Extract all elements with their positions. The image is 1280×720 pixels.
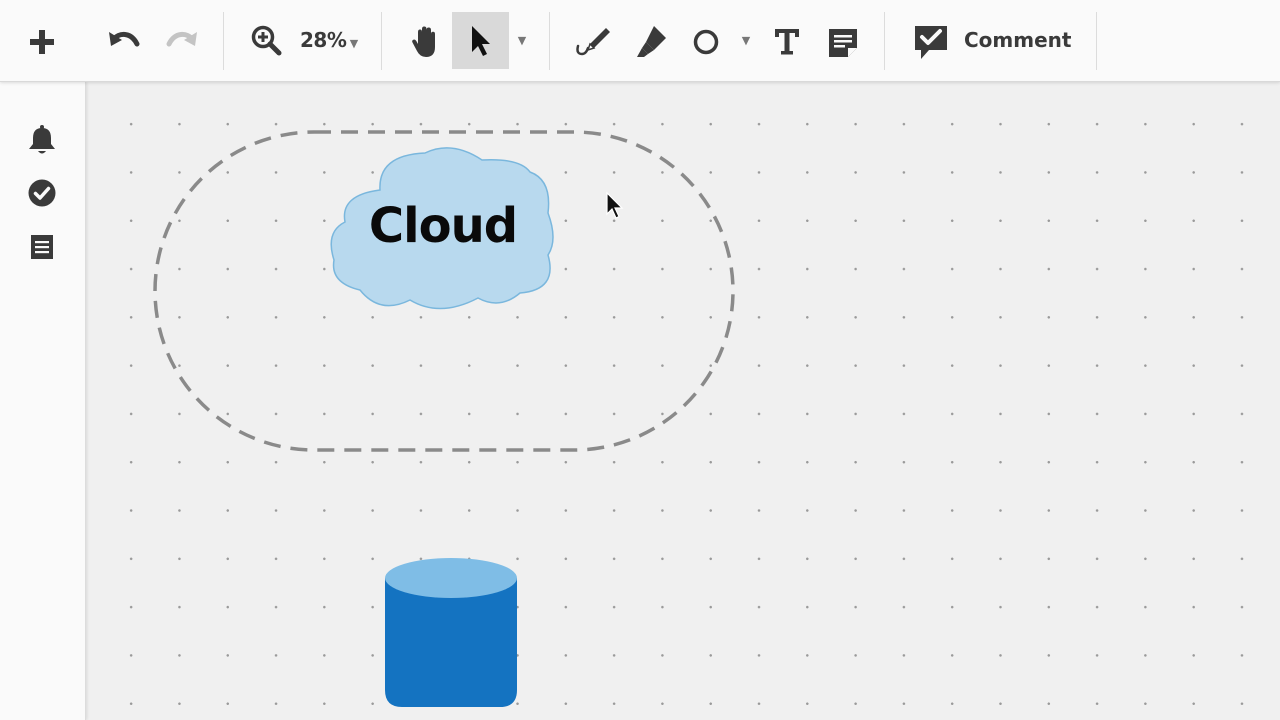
zoom-level-value: 28% <box>300 28 347 52</box>
pages-list-button[interactable] <box>24 229 60 265</box>
toolbar-divider <box>223 12 224 70</box>
comment-icon <box>915 26 947 59</box>
pen-icon <box>576 28 610 56</box>
zoom-in-icon <box>251 25 282 56</box>
select-tool-button[interactable] <box>452 12 509 69</box>
text-icon <box>775 29 799 55</box>
text-tool-button[interactable] <box>768 22 806 62</box>
pointer-icon <box>471 25 490 56</box>
zoom-level-dropdown[interactable]: 28% ▼ <box>300 28 358 52</box>
cloud-shape-label: Cloud <box>368 198 518 254</box>
sticky-note-tool-button[interactable] <box>822 22 864 62</box>
whiteboard-canvas[interactable] <box>86 82 1280 720</box>
bell-icon <box>29 125 55 154</box>
select-tool-options[interactable]: ▼ <box>512 30 532 50</box>
highlighter-icon <box>637 26 666 57</box>
add-button[interactable] <box>26 26 58 58</box>
hand-tool-button[interactable] <box>404 20 448 64</box>
toolbar-divider <box>884 12 885 70</box>
list-icon <box>31 235 53 259</box>
notifications-button[interactable] <box>24 122 60 158</box>
chevron-down-icon: ▼ <box>517 33 527 47</box>
shape-tool-button[interactable] <box>686 22 726 62</box>
circle-icon <box>693 29 719 55</box>
left-sidebar <box>0 82 86 720</box>
redo-button[interactable] <box>162 24 202 60</box>
hand-icon <box>412 26 435 57</box>
shape-tool-options[interactable]: ▼ <box>736 30 756 50</box>
check-circle-icon <box>28 179 56 207</box>
zoom-button[interactable] <box>248 22 284 58</box>
toolbar-divider <box>1096 12 1097 70</box>
tasks-button[interactable] <box>24 175 60 211</box>
highlighter-tool-button[interactable] <box>630 20 674 64</box>
comment-button-label: Comment <box>964 28 1072 52</box>
chevron-down-icon: ▼ <box>741 33 751 47</box>
chevron-down-icon: ▼ <box>346 37 358 50</box>
pen-tool-button[interactable] <box>572 20 616 64</box>
toolbar-divider <box>549 12 550 70</box>
toolbar-divider <box>381 12 382 70</box>
redo-icon <box>166 32 197 47</box>
plus-icon <box>30 30 54 54</box>
undo-icon <box>109 32 140 47</box>
undo-button[interactable] <box>104 24 144 60</box>
sticky-note-icon <box>829 29 857 57</box>
top-toolbar: 28% ▼ ▼ ▼ Comment <box>0 0 1280 82</box>
